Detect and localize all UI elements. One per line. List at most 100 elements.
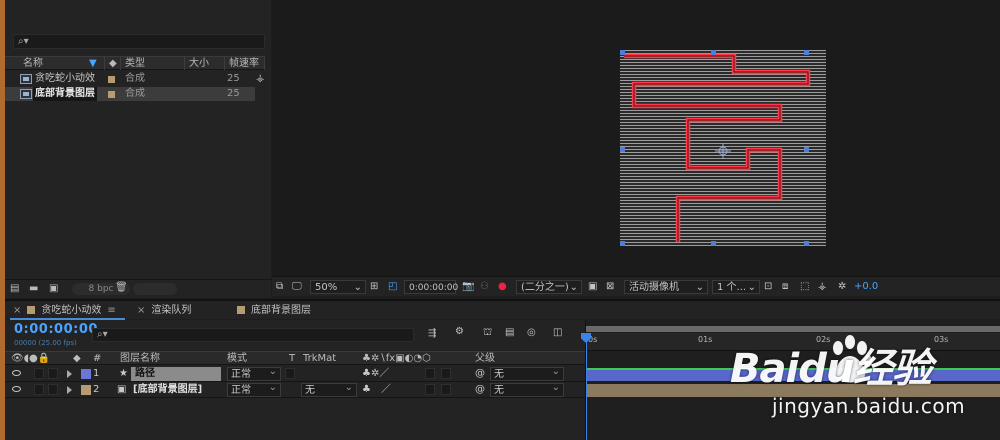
tab-comp-snake[interactable]: × 贪吃蛇小动效 ≡ bbox=[13, 303, 116, 319]
close-icon[interactable]: × bbox=[13, 305, 21, 316]
layer-number: 1 bbox=[93, 368, 100, 379]
column-size[interactable]: 大小 bbox=[185, 57, 225, 70]
column-trkmat[interactable]: TrkMat bbox=[303, 352, 336, 365]
layer-label-color[interactable] bbox=[81, 369, 91, 379]
work-area-bar[interactable] bbox=[586, 326, 1000, 332]
snapshot-icon[interactable]: 📷 bbox=[462, 280, 474, 294]
pick-whip-icon[interactable]: @ bbox=[475, 367, 485, 381]
layer-row[interactable]: 1 ★ 路径 正常 ♣✲／ @ 无 bbox=[5, 365, 585, 382]
project-item-row[interactable]: 贪吃蛇小动效 合成 25 ⚶ bbox=[5, 72, 265, 86]
column-t[interactable]: T bbox=[289, 352, 295, 365]
layer-label-color[interactable] bbox=[81, 385, 91, 395]
always-preview-icon[interactable]: ⧉ bbox=[276, 280, 283, 294]
project-item-name: 贪吃蛇小动效 bbox=[35, 73, 95, 84]
timeline-search-input[interactable]: ⌕▾ bbox=[92, 328, 414, 342]
column-type[interactable]: 类型 bbox=[121, 57, 185, 70]
toggle-pixel-aspect-icon[interactable]: ⊡ bbox=[764, 280, 772, 294]
show-snapshot-icon[interactable]: ⚇ bbox=[480, 280, 489, 294]
views-dropdown[interactable]: 1 个... ⌄ bbox=[712, 280, 760, 294]
visibility-eye-icon[interactable] bbox=[12, 386, 21, 392]
new-folder-icon[interactable]: ▬ bbox=[29, 283, 38, 294]
trkmat-dropdown[interactable]: 无 bbox=[301, 381, 357, 397]
column-name[interactable]: 名称 ▼ bbox=[5, 57, 105, 70]
layer-row[interactable]: 2 ▣ [底部背景图层] 正常 无 ♣ ／ @ 无 bbox=[5, 381, 585, 398]
flowchart-icon[interactable]: ⚶ bbox=[256, 72, 265, 86]
label-swatch[interactable] bbox=[108, 91, 115, 98]
new-composition-icon[interactable]: ▣ bbox=[49, 283, 58, 294]
menu-icon[interactable]: ≡ bbox=[107, 305, 115, 316]
pick-whip-icon[interactable]: @ bbox=[475, 383, 485, 397]
layer-name[interactable]: [底部背景图层] bbox=[133, 383, 202, 397]
timeline-toggle-icon[interactable]: ⧈ bbox=[782, 280, 788, 294]
fit-icon[interactable]: ⊞ bbox=[370, 280, 378, 294]
graph-editor-icon[interactable]: ◫ bbox=[553, 327, 562, 338]
visibility-eye-icon[interactable] bbox=[12, 370, 21, 376]
shy-layers-icon[interactable]: ⛫ bbox=[483, 327, 492, 340]
layer-switches[interactable]: ♣✲／ bbox=[362, 367, 389, 381]
3d-switch[interactable] bbox=[441, 384, 451, 395]
preserve-transparency-switch[interactable] bbox=[285, 368, 295, 379]
project-item-row[interactable]: 底部背景图层 合成 25 bbox=[5, 87, 255, 101]
blend-mode-dropdown[interactable]: 正常 bbox=[227, 365, 281, 381]
color-channels-icon[interactable]: ● bbox=[498, 280, 507, 294]
region-of-interest-icon[interactable]: ◰ bbox=[388, 280, 397, 294]
column-parent[interactable]: 父级 bbox=[475, 352, 495, 365]
composition-icon bbox=[20, 89, 32, 99]
tab-comp-background[interactable]: 底部背景图层 bbox=[237, 303, 311, 319]
solo-switch[interactable] bbox=[48, 368, 58, 379]
composition-icon bbox=[20, 74, 32, 84]
solo-switch[interactable] bbox=[48, 384, 58, 395]
expand-triangle-icon[interactable] bbox=[67, 386, 72, 394]
comp-canvas[interactable] bbox=[620, 50, 826, 246]
timeline-frame-count: 00000 (25.00 fps) bbox=[14, 339, 77, 347]
fast-preview-icon[interactable]: ▣ bbox=[588, 280, 597, 294]
project-bottom-toolbar: ▤ ▬ ▣ 8 bpc 🗑 bbox=[5, 279, 271, 297]
flowchart-icon[interactable]: ⚶ bbox=[818, 280, 827, 294]
adjustment-switch[interactable] bbox=[425, 368, 435, 379]
tab-render-queue[interactable]: × 渲染队列 bbox=[137, 303, 191, 319]
thumbnail-slider[interactable] bbox=[133, 283, 177, 295]
transparency-grid-icon[interactable]: ⊠ bbox=[606, 280, 614, 294]
monitor-icon[interactable]: 🖵 bbox=[292, 280, 302, 294]
column-mode[interactable]: 模式 bbox=[227, 352, 247, 365]
audio-switch[interactable] bbox=[34, 368, 44, 379]
draft-3d-icon[interactable]: ⚙ bbox=[455, 326, 464, 337]
expand-triangle-icon[interactable] bbox=[67, 370, 72, 378]
interpret-footage-icon[interactable]: ▤ bbox=[10, 283, 19, 294]
blend-mode-dropdown[interactable]: 正常 bbox=[227, 381, 281, 397]
project-search-input[interactable]: ⌕▾ bbox=[13, 34, 265, 49]
trash-icon[interactable]: 🗑 bbox=[115, 282, 128, 293]
layer-number: 2 bbox=[93, 384, 100, 395]
parent-dropdown[interactable]: 无 bbox=[490, 365, 564, 381]
viewer-toolbar: ⧉ 🖵 50% ⌄ ⊞ ◰ 0:00:00:00 📷 ⚇ ● (二分之一) ⌄ ▣ … bbox=[272, 276, 1000, 296]
exposure-reset-icon[interactable]: ✲ bbox=[838, 280, 846, 294]
frame-blending-icon[interactable]: ▤ bbox=[505, 327, 514, 338]
export-frame-icon[interactable]: ⬚ bbox=[800, 280, 809, 294]
camera-dropdown[interactable]: 活动摄像机 ⌄ bbox=[624, 280, 708, 294]
timeline-current-time[interactable]: 0:00:00:00 bbox=[14, 322, 98, 337]
column-fps[interactable]: 帧速率 bbox=[225, 57, 265, 70]
switches-icons[interactable]: ♣✲∖fx▣◐◔⬡ bbox=[362, 352, 431, 365]
audio-switch[interactable] bbox=[34, 384, 44, 395]
resolution-dropdown[interactable]: (二分之一) ⌄ bbox=[516, 280, 582, 294]
exposure-value[interactable]: +0.0 bbox=[854, 280, 878, 294]
current-time-indicator[interactable] bbox=[586, 333, 587, 440]
layer-switches[interactable]: ♣ ／ bbox=[362, 383, 391, 397]
watermark-logo: Baidu经验 bbox=[730, 346, 932, 392]
zoom-dropdown[interactable]: 50% ⌄ bbox=[310, 280, 366, 294]
label-tag-icon[interactable]: ◆ bbox=[105, 57, 121, 70]
column-layer-name[interactable]: 图层名称 bbox=[120, 352, 160, 365]
motion-blur-icon[interactable]: ◎ bbox=[527, 327, 536, 338]
label-tag-icon[interactable]: ◆ bbox=[73, 352, 81, 365]
comp-mini-flowchart-icon[interactable]: ⇶ bbox=[428, 328, 436, 339]
layer-name[interactable]: 路径 bbox=[131, 367, 221, 381]
composition-viewer[interactable] bbox=[272, 0, 1000, 276]
parent-dropdown[interactable]: 无 bbox=[490, 381, 564, 397]
current-time-display[interactable]: 0:00:00:00 bbox=[404, 280, 458, 294]
close-icon[interactable]: × bbox=[137, 305, 145, 316]
av-switches-icon[interactable]: 👁◖●🔒 bbox=[11, 352, 50, 365]
column-layer-number[interactable]: # bbox=[93, 352, 101, 365]
label-swatch[interactable] bbox=[108, 76, 115, 83]
3d-switch[interactable] bbox=[441, 368, 451, 379]
adjustment-switch[interactable] bbox=[425, 384, 435, 395]
